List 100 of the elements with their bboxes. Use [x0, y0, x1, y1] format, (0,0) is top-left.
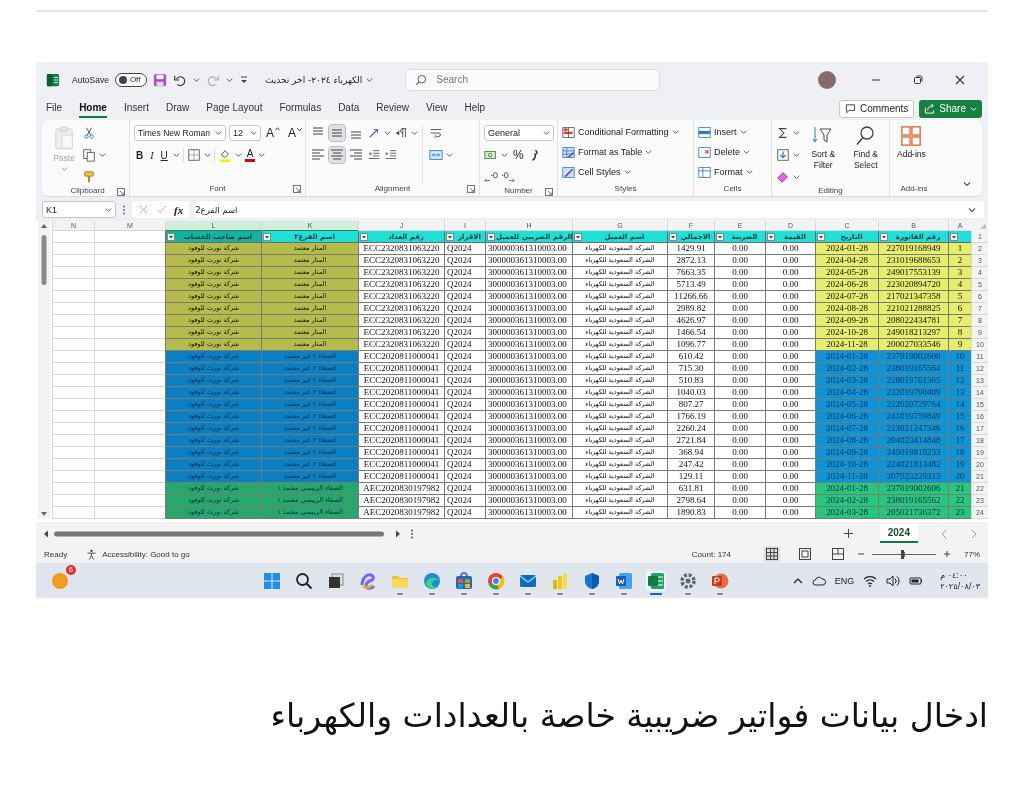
expand-icon[interactable] — [968, 205, 976, 214]
font-color-button[interactable]: A — [244, 148, 256, 162]
filter-button[interactable] — [950, 232, 958, 241]
zoom-level[interactable]: 77% — [964, 549, 980, 559]
filter-button[interactable] — [574, 232, 582, 241]
ribbon-tab[interactable]: Home — [79, 99, 107, 118]
format-as-table-button[interactable]: Format as Table — [562, 144, 679, 160]
sort-filter-button[interactable]: Sort & Filter — [804, 124, 843, 186]
grow-font-button[interactable]: A — [264, 126, 283, 140]
cloud-icon[interactable] — [811, 575, 826, 586]
filter-button[interactable] — [767, 232, 775, 241]
insert-function-button[interactable]: fx — [174, 203, 184, 216]
share-icon[interactable] — [924, 103, 936, 114]
spreadsheet-logo-icon[interactable] — [46, 72, 60, 87]
caret-icon[interactable] — [970, 104, 977, 113]
spreadsheet-icon[interactable] — [646, 570, 667, 591]
caret-icon[interactable] — [793, 151, 800, 159]
font-name-field[interactable]: Times New Roman — [134, 125, 226, 141]
borders-icon[interactable] — [186, 148, 201, 162]
filter-button[interactable] — [263, 232, 271, 241]
brush-icon[interactable] — [82, 170, 96, 184]
add-sheet-icon[interactable] — [842, 528, 854, 539]
caret-icon[interactable] — [793, 173, 800, 181]
caret-icon[interactable] — [225, 75, 233, 84]
caret-icon[interactable] — [192, 75, 200, 84]
ribbon-tab[interactable]: Draw — [165, 99, 190, 118]
filter-button[interactable] — [817, 232, 825, 241]
close-icon[interactable] — [954, 73, 966, 86]
enter-check-icon[interactable] — [156, 204, 167, 215]
caret-icon[interactable] — [215, 129, 222, 137]
align-middle-icon[interactable] — [329, 125, 345, 141]
delete-button[interactable]: Delete — [698, 144, 753, 160]
fill-color-icon[interactable] — [217, 148, 232, 162]
format-button[interactable]: Format — [698, 164, 753, 180]
eraser-icon[interactable] — [776, 170, 790, 184]
slider-thumb[interactable] — [901, 549, 905, 559]
accessibility-status[interactable]: Accessibility: Good to go — [102, 549, 190, 559]
bag-icon[interactable] — [454, 570, 475, 591]
caret-icon[interactable] — [745, 168, 753, 176]
collapse-ribbon-icon[interactable] — [962, 180, 972, 188]
overlapping-squares-icon[interactable] — [326, 570, 347, 591]
caret-icon[interactable] — [623, 168, 631, 176]
caret-icon[interactable] — [645, 148, 653, 156]
filter-button[interactable] — [716, 232, 724, 241]
merge-cells-icon[interactable] — [429, 148, 443, 162]
ribbon-tab[interactable]: Data — [338, 99, 360, 118]
comments-button[interactable]: Comments — [838, 99, 915, 118]
caret-icon[interactable] — [411, 129, 418, 137]
percent-button[interactable]: % — [511, 148, 526, 162]
align-right-icon[interactable] — [348, 147, 364, 163]
dialog-launcher-icon[interactable] — [293, 185, 301, 193]
circle-icon[interactable] — [422, 570, 443, 591]
caret-icon[interactable] — [203, 151, 211, 159]
angled-text-icon[interactable] — [367, 126, 381, 140]
caret-icon[interactable] — [501, 151, 508, 159]
ribbon-tab[interactable]: View — [426, 99, 448, 118]
copy-icon[interactable] — [82, 148, 96, 162]
share-button[interactable]: Share — [919, 99, 982, 118]
filter-button[interactable] — [167, 232, 175, 241]
avatar[interactable] — [818, 70, 836, 89]
ribbon-tab[interactable]: Help — [464, 99, 486, 118]
filter-button[interactable] — [880, 232, 888, 241]
align-center-icon[interactable] — [329, 147, 345, 163]
dialog-launcher-icon[interactable] — [545, 188, 553, 196]
dialog-launcher-icon[interactable] — [117, 188, 125, 196]
filter-button[interactable] — [446, 232, 454, 241]
caret-icon[interactable] — [543, 129, 550, 137]
sheet-tab[interactable]: 2024 — [879, 524, 918, 543]
scissors-icon[interactable] — [82, 126, 96, 140]
caret-icon[interactable] — [250, 129, 257, 137]
clock-time[interactable]: ٠٤:٠٠ م — [940, 569, 968, 581]
font-size-field[interactable]: 12 — [229, 125, 261, 141]
caret-icon[interactable] — [366, 75, 374, 84]
find-select-button[interactable]: Find & Select — [846, 124, 885, 186]
file-title-button[interactable]: الكهرباء ٢٠٢٤- اخر تحديث — [264, 74, 374, 85]
page-break-view-icon[interactable] — [830, 546, 846, 562]
normal-view-icon[interactable] — [764, 546, 780, 562]
chevron-right-icon[interactable] — [970, 528, 978, 539]
number-format-field[interactable]: General — [484, 125, 554, 141]
name-box[interactable]: K1 — [42, 201, 116, 218]
caret-icon[interactable] — [671, 128, 679, 136]
vertical-scrollbar[interactable] — [38, 221, 50, 519]
ribbon-tab[interactable]: File — [46, 99, 63, 118]
caret-icon[interactable] — [99, 151, 106, 159]
conditional-formatting-button[interactable]: Conditional Formatting — [562, 124, 679, 140]
vertical-dots-icon[interactable] — [410, 527, 414, 540]
sun-icon[interactable] — [50, 570, 70, 591]
filter-button[interactable] — [487, 232, 495, 241]
caret-icon[interactable] — [258, 151, 266, 159]
caret-icon[interactable] — [743, 148, 750, 156]
bold-button[interactable]: B — [134, 149, 146, 161]
ribbon-tab[interactable]: Review — [376, 99, 410, 118]
caret-icon[interactable] — [384, 129, 391, 137]
autosave-toggle[interactable]: Off — [114, 72, 147, 87]
battery-icon[interactable] — [909, 574, 924, 587]
ring-icon[interactable] — [486, 570, 507, 591]
fill-down-icon[interactable] — [776, 148, 790, 162]
sigma-icon[interactable] — [776, 126, 790, 140]
document-icon[interactable] — [614, 570, 635, 591]
italic-button[interactable]: I — [148, 149, 156, 161]
